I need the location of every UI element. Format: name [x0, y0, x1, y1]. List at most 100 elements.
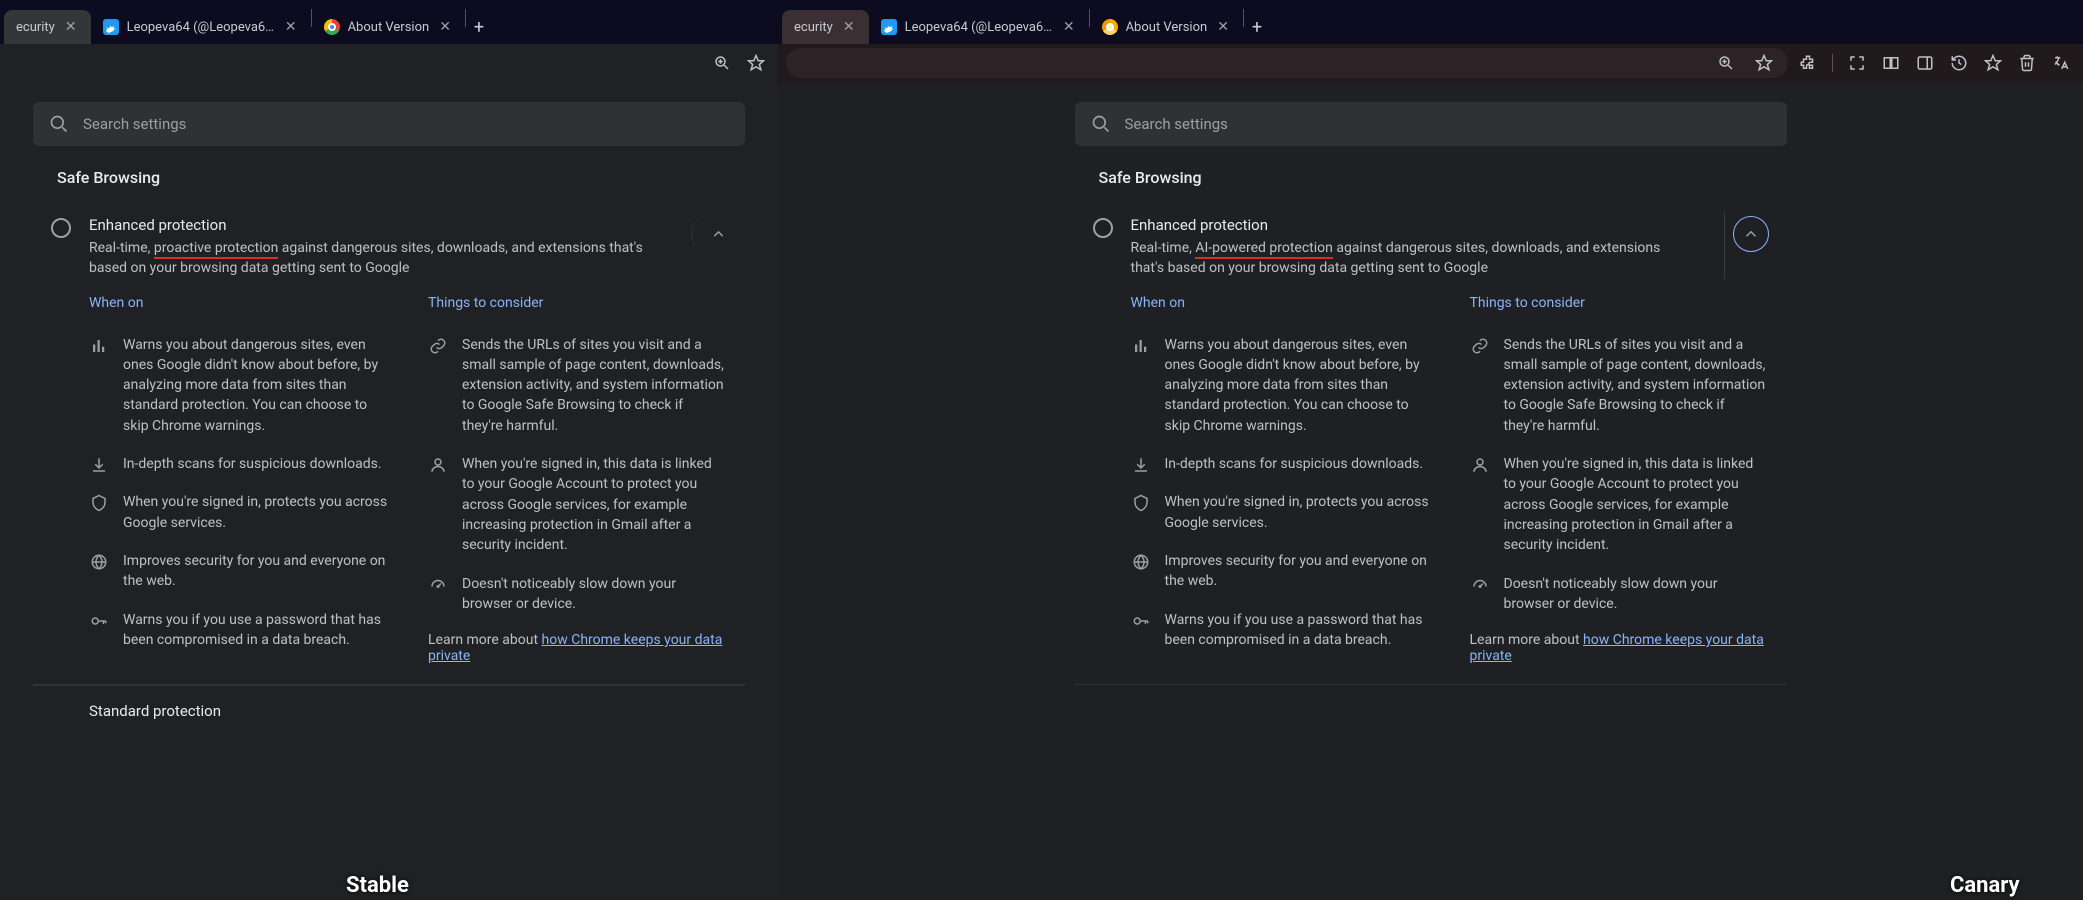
toolbar	[0, 44, 778, 82]
download-icon	[89, 454, 109, 474]
tab-security[interactable]: ecurity ✕	[4, 10, 91, 44]
when-on-heading: When on	[1131, 295, 1430, 311]
search-icon	[1091, 114, 1111, 134]
detail-item: Warns you if you use a password that has…	[89, 610, 388, 651]
reader-icon[interactable]	[1877, 49, 1905, 77]
detail-item: When you're signed in, protects you acro…	[89, 492, 388, 533]
side-panel-icon[interactable]	[1911, 49, 1939, 77]
close-icon[interactable]: ✕	[63, 18, 79, 36]
section-title: Safe Browsing	[33, 160, 745, 201]
pane-canary: ecurity ✕ Leopeva64 (@Leopeva64) / Twi ✕…	[778, 0, 2083, 900]
close-icon[interactable]: ✕	[437, 18, 453, 36]
close-icon[interactable]: ✕	[1215, 18, 1231, 36]
collapse-button[interactable]	[1733, 216, 1769, 252]
translate-icon[interactable]	[2047, 49, 2075, 77]
speed-icon	[1470, 574, 1490, 615]
option-description: Real-time, proactive protection against …	[89, 238, 655, 279]
detail-item: Doesn't noticeably slow down your browse…	[428, 574, 727, 615]
detail-item: Doesn't noticeably slow down your browse…	[1470, 574, 1769, 615]
download-icon	[1131, 454, 1151, 474]
tab-security[interactable]: ecurity ✕	[782, 10, 869, 44]
bookmark-star-icon[interactable]	[1979, 49, 2007, 77]
bookmark-icon[interactable]	[1750, 49, 1778, 77]
chrome-icon	[324, 19, 340, 35]
zoom-icon[interactable]	[708, 49, 736, 77]
detail-item: When you're signed in, this data is link…	[1470, 454, 1769, 555]
highlighted-phrase: AI-powered protection	[1195, 240, 1333, 259]
shield-icon	[1131, 492, 1151, 533]
build-label-stable: Stable	[346, 873, 409, 898]
detail-item: In-depth scans for suspicious downloads.	[1131, 454, 1430, 474]
tab-about-version[interactable]: About Version ✕	[1090, 10, 1243, 44]
person-icon	[428, 454, 448, 555]
globe-icon	[1131, 551, 1151, 592]
tab-twitter[interactable]: Leopeva64 (@Leopeva64) / Twi ✕	[91, 10, 311, 44]
option-title: Enhanced protection	[89, 216, 655, 234]
speed-icon	[428, 574, 448, 615]
section-title: Safe Browsing	[1075, 160, 1787, 201]
safe-browsing-card: Enhanced protection Real-time, proactive…	[33, 201, 745, 720]
detail-item: Warns you about dangerous sites, even on…	[89, 335, 388, 436]
link-icon	[1470, 335, 1490, 436]
radio-unchecked[interactable]	[51, 218, 71, 238]
vertical-divider	[1724, 212, 1725, 279]
settings-page: Search settings Safe Browsing Enhanced p…	[778, 82, 2083, 900]
shield-icon	[89, 492, 109, 533]
chevron-up-icon	[1742, 225, 1760, 243]
pane-stable: ecurity ✕ Leopeva64 (@Leopeva64) / Twi ✕…	[0, 0, 778, 900]
enhanced-protection-option[interactable]: Enhanced protection Real-time, AI-powere…	[1075, 202, 1787, 289]
tab-label: About Version	[348, 20, 430, 35]
extensions-icon[interactable]	[1794, 49, 1822, 77]
twitter-icon	[881, 19, 897, 35]
new-tab-button[interactable]: +	[1244, 10, 1270, 44]
bar-chart-icon	[89, 335, 109, 436]
toolbar	[778, 44, 2083, 82]
search-settings-input[interactable]: Search settings	[1075, 102, 1787, 146]
enhanced-protection-details: When on Warns you about dangerous sites,…	[1075, 289, 1787, 686]
detail-item: Improves security for you and everyone o…	[1131, 551, 1430, 592]
key-icon	[1131, 610, 1151, 651]
detail-item: Improves security for you and everyone o…	[89, 551, 388, 592]
person-icon	[1470, 454, 1490, 555]
radio-unchecked[interactable]	[1093, 218, 1113, 238]
tab-about-version[interactable]: About Version ✕	[312, 10, 465, 44]
close-icon[interactable]: ✕	[283, 18, 299, 36]
standard-protection-option[interactable]: Standard protection	[33, 685, 745, 720]
zoom-icon[interactable]	[1712, 49, 1740, 77]
tab-label: About Version	[1126, 20, 1208, 35]
tab-twitter[interactable]: Leopeva64 (@Leopeva64) / Twi ✕	[869, 10, 1089, 44]
history-icon[interactable]	[1945, 49, 1973, 77]
detail-item: Sends the URLs of sites you visit and a …	[1470, 335, 1769, 436]
close-icon[interactable]: ✕	[841, 18, 857, 36]
detail-item: Warns you about dangerous sites, even on…	[1131, 335, 1430, 436]
things-to-consider-column: Things to consider Sends the URLs of sit…	[428, 295, 727, 665]
fullscreen-icon[interactable]	[1843, 49, 1871, 77]
search-settings-input[interactable]: Search settings	[33, 102, 745, 146]
enhanced-protection-details: When on Warns you about dangerous sites,…	[33, 289, 745, 686]
option-title: Enhanced protection	[1131, 216, 1689, 234]
highlighted-phrase: proactive protection	[154, 240, 278, 259]
search-placeholder: Search settings	[1125, 115, 1228, 133]
close-icon[interactable]: ✕	[1061, 18, 1077, 36]
build-label-canary: Canary	[1950, 873, 2020, 898]
new-tab-button[interactable]: +	[466, 10, 492, 44]
bookmark-icon[interactable]	[742, 49, 770, 77]
detail-item: In-depth scans for suspicious downloads.	[89, 454, 388, 474]
search-placeholder: Search settings	[83, 115, 186, 133]
detail-item: Warns you if you use a password that has…	[1131, 610, 1430, 651]
delete-icon[interactable]	[2013, 49, 2041, 77]
omnibox[interactable]	[786, 48, 1788, 78]
when-on-heading: When on	[89, 295, 388, 311]
collapse-button[interactable]	[691, 216, 727, 252]
key-icon	[89, 610, 109, 651]
tab-label: Leopeva64 (@Leopeva64) / Twi	[127, 20, 275, 35]
toolbar-divider	[1832, 54, 1833, 72]
bar-chart-icon	[1131, 335, 1151, 436]
enhanced-protection-option[interactable]: Enhanced protection Real-time, proactive…	[33, 202, 745, 289]
things-to-consider-heading: Things to consider	[1470, 295, 1769, 311]
chrome-canary-icon	[1102, 19, 1118, 35]
link-icon	[428, 335, 448, 436]
tab-strip: ecurity ✕ Leopeva64 (@Leopeva64) / Twi ✕…	[778, 0, 2083, 44]
learn-more-text: Learn more about how Chrome keeps your d…	[428, 632, 727, 664]
detail-item: When you're signed in, this data is link…	[428, 454, 727, 555]
